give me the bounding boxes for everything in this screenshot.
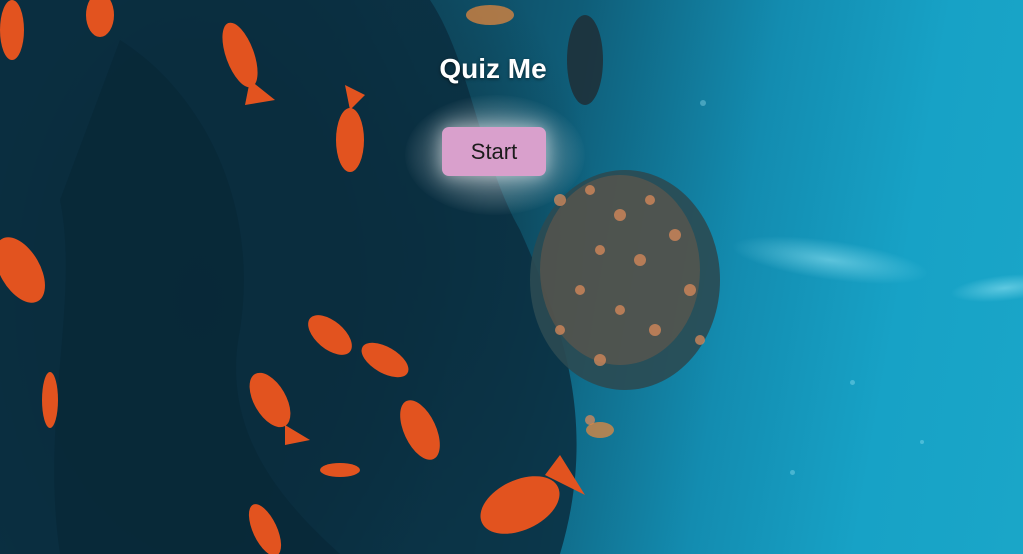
start-button[interactable]: Start	[442, 127, 546, 176]
page-title: Quiz Me	[439, 53, 547, 84]
quiz-overlay: Quiz Me Start	[0, 0, 1023, 554]
quiz-screen: Quiz Me Start	[0, 0, 1023, 554]
